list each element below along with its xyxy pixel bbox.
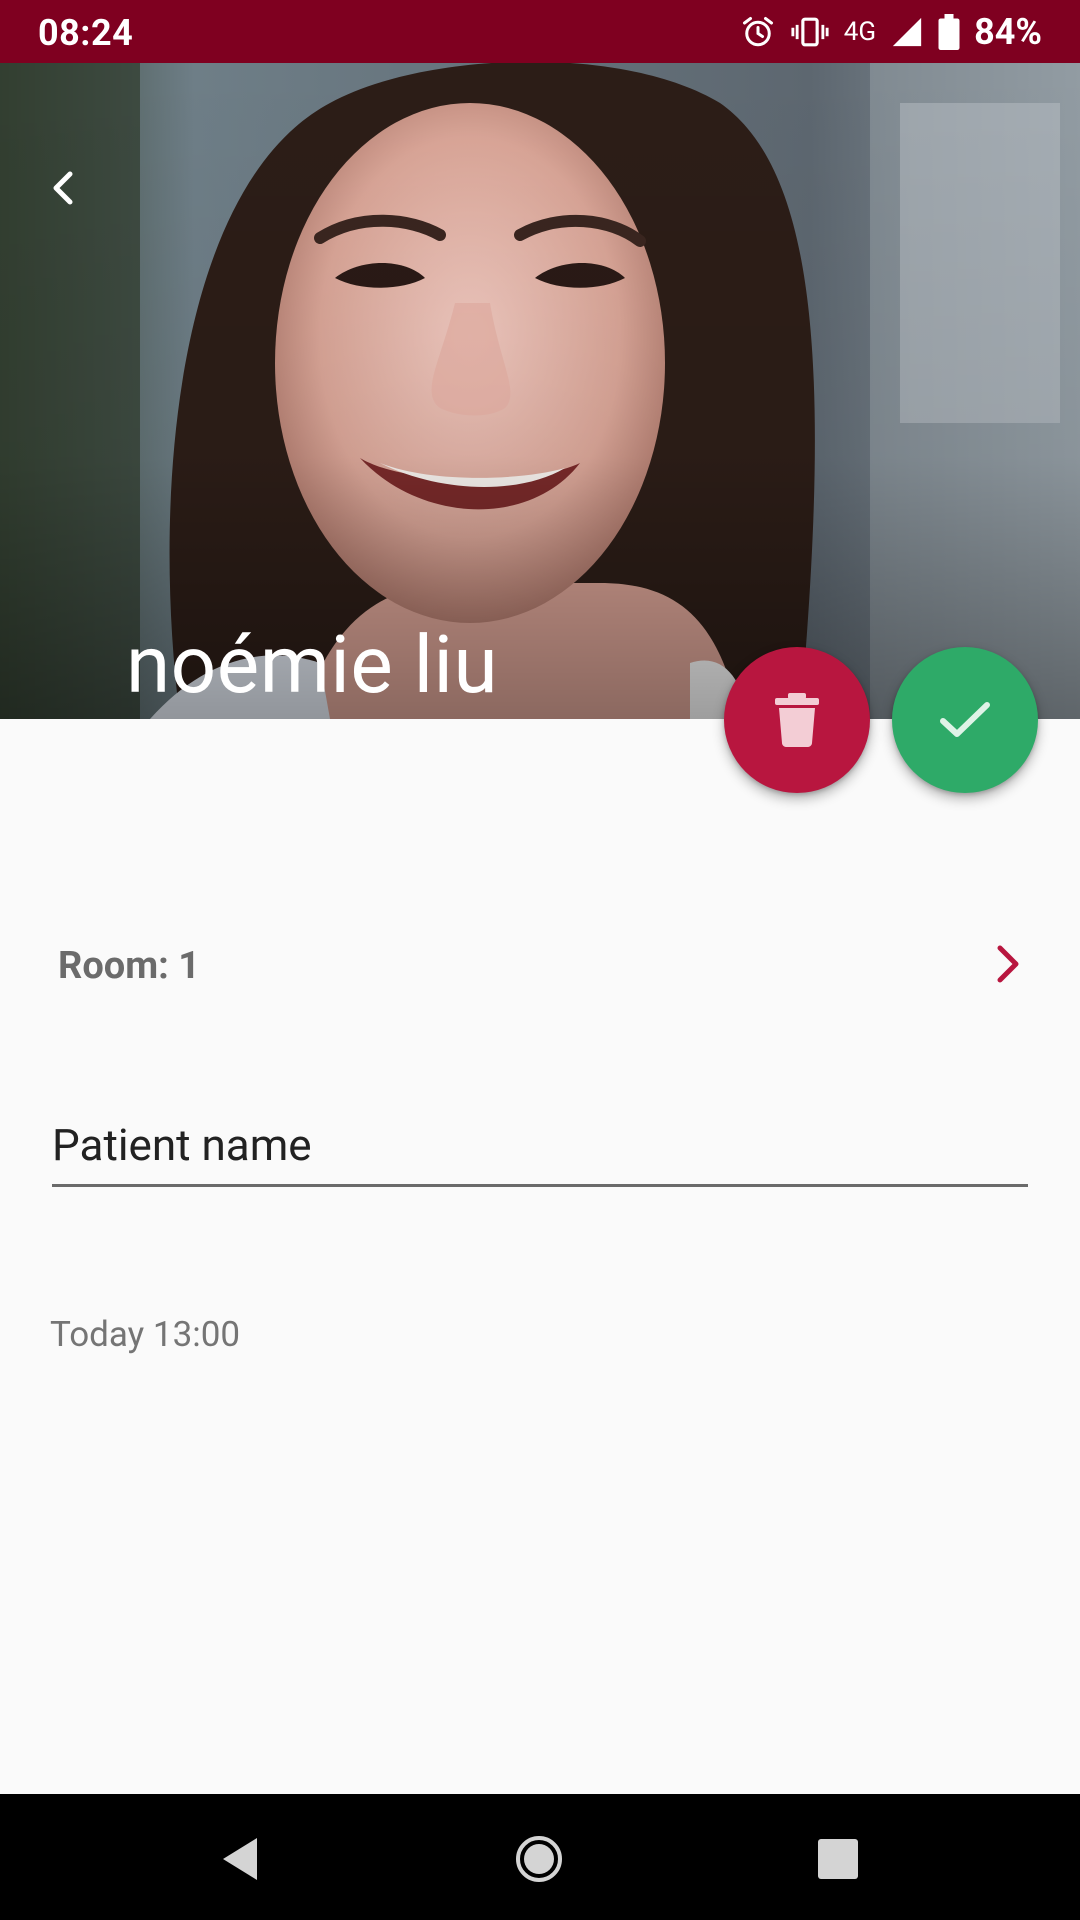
- back-button[interactable]: [48, 168, 96, 224]
- navigation-bar: [0, 1794, 1080, 1920]
- nav-home-icon: [516, 1836, 562, 1882]
- nav-home-button[interactable]: [504, 1824, 574, 1894]
- status-icons: 4G 84%: [740, 10, 1042, 54]
- nav-back-icon: [223, 1838, 257, 1880]
- room-label: Room: 1: [58, 944, 201, 988]
- nav-recents-button[interactable]: [803, 1824, 873, 1894]
- header-photo: noémie liu: [0, 63, 1080, 719]
- battery-icon: [938, 14, 960, 50]
- patient-name-input[interactable]: [52, 1110, 1028, 1180]
- patient-title: noémie liu: [126, 618, 499, 712]
- appointment-datetime[interactable]: Today 13:00: [50, 1314, 240, 1355]
- vibrate-icon: [790, 14, 830, 50]
- trash-icon: [775, 693, 819, 747]
- delete-button[interactable]: [724, 647, 870, 793]
- alarm-icon: [740, 14, 776, 50]
- nav-back-button[interactable]: [205, 1824, 275, 1894]
- status-bar: 08:24 4G 84%: [0, 0, 1080, 63]
- battery-percent: 84%: [974, 11, 1042, 53]
- room-selector[interactable]: Room: 1: [0, 930, 1080, 1006]
- chevron-right-icon: [997, 945, 1019, 983]
- check-icon: [940, 702, 990, 737]
- chevron-left-icon: [53, 171, 73, 205]
- signal-icon: [890, 15, 924, 49]
- network-type: 4G: [843, 17, 877, 47]
- status-time: 08:24: [38, 12, 134, 54]
- confirm-button[interactable]: [892, 647, 1038, 793]
- nav-recents-icon: [818, 1839, 858, 1879]
- screen: 08:24 4G 84% noémie liu Room: 1 Patient …: [0, 0, 1080, 1920]
- patient-name-field[interactable]: [52, 1110, 1028, 1187]
